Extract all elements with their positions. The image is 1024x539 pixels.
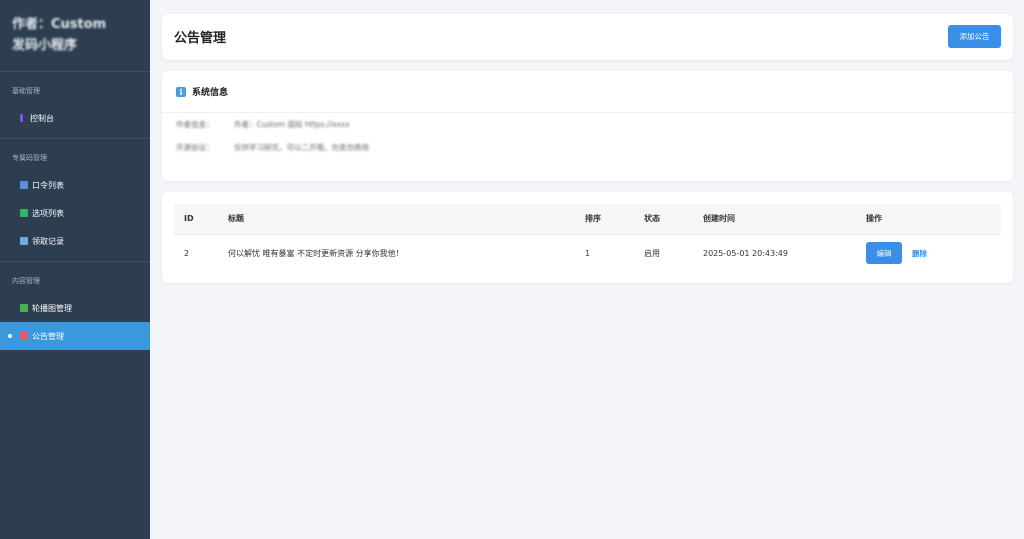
main-content: 公告管理 添加公告 i 系统信息 作者信息： 作者：Custom 国际 http… <box>150 0 1024 539</box>
add-announcement-button[interactable]: 添加公告 <box>948 25 1001 48</box>
column-header-title: 标题 <box>228 214 244 224</box>
page-header: 公告管理 添加公告 <box>162 14 1013 60</box>
info-value: 作者：Custom 国际 https://xxxx <box>234 120 350 129</box>
brand-subtitle: 发码小程序 <box>12 38 78 53</box>
cell-title: 何以解忧 唯有暴富 不定时更新资源 分享你我他！ <box>228 248 404 258</box>
sidebar: 作者：Custom 发码小程序 基础管理 控制台 专属码管理 口令列表 选项列表… <box>0 0 150 539</box>
table-header-row: ID 标题 排序 状态 创建时间 操作 <box>174 204 1001 234</box>
column-header-actions: 操作 <box>866 214 882 224</box>
sidebar-item-label: 轮播图管理 <box>32 303 72 313</box>
sidebar-item-option-list[interactable]: 选项列表 <box>0 199 150 227</box>
page-title: 公告管理 <box>174 31 227 46</box>
table-row: 2 何以解忧 唯有暴富 不定时更新资源 分享你我他！ 1 启用 2025-05-… <box>174 234 1001 272</box>
brand-title: 作者：Custom <box>12 17 107 32</box>
sidebar-item-label: 选项列表 <box>32 208 64 218</box>
megaphone-icon <box>20 332 28 340</box>
checkbox-icon <box>20 209 28 217</box>
system-info-header: i 系统信息 <box>162 71 1013 113</box>
announcement-table-panel: ID 标题 排序 状态 创建时间 操作 2 何以解忧 唯有暴富 不定时更新资源 … <box>162 192 1013 283</box>
nav-group-title: 专属码管理 <box>12 154 47 162</box>
delete-link[interactable]: 删除 <box>912 248 927 259</box>
nav-group-codes: 专属码管理 口令列表 选项列表 领取记录 <box>0 139 150 262</box>
system-info-panel: i 系统信息 作者信息： 作者：Custom 国际 https://xxxx 开… <box>162 71 1013 181</box>
cell-sort: 1 <box>585 248 591 258</box>
info-key: 开源协议： <box>176 143 214 152</box>
sidebar-item-label: 口令列表 <box>32 180 64 190</box>
info-row-license: 开源协议： 仅供学习研究，可以二开哦，勿卖勿商用 <box>162 136 1013 159</box>
dashboard-icon <box>20 114 23 122</box>
sidebar-item-announcements[interactable]: 公告管理 <box>0 322 150 350</box>
calendar-icon <box>20 237 28 245</box>
system-info-title: 系统信息 <box>192 88 229 98</box>
sidebar-item-claim-records[interactable]: 领取记录 <box>0 227 150 255</box>
sidebar-item-carousel[interactable]: 轮播图管理 <box>0 294 150 322</box>
nav-group-basic: 基础管理 控制台 <box>0 72 150 139</box>
sidebar-item-label: 控制台 <box>30 113 54 123</box>
sidebar-item-label: 公告管理 <box>32 331 64 341</box>
active-indicator-dot <box>8 334 12 338</box>
column-header-status: 状态 <box>644 214 660 224</box>
info-value: 仅供学习研究，可以二开哦，勿卖勿商用 <box>234 143 369 152</box>
column-header-sort: 排序 <box>585 214 601 224</box>
info-icon: i <box>176 86 186 97</box>
info-row-author: 作者信息： 作者：Custom 国际 https://xxxx <box>162 113 1013 136</box>
row-actions: 编辑 删除 <box>866 242 1001 265</box>
column-header-created-at: 创建时间 <box>703 214 735 224</box>
cell-actions: 编辑 删除 <box>856 234 1001 272</box>
info-key: 作者信息： <box>176 120 214 129</box>
cell-status: 启用 <box>644 248 660 258</box>
cell-created-at: 2025-05-01 20:43:49 <box>703 248 788 258</box>
nav-group-content: 内容管理 轮播图管理 公告管理 <box>0 262 150 356</box>
edit-button[interactable]: 编辑 <box>866 242 902 265</box>
announcement-table: ID 标题 排序 状态 创建时间 操作 2 何以解忧 唯有暴富 不定时更新资源 … <box>174 204 1001 272</box>
cell-id: 2 <box>184 248 190 258</box>
sidebar-item-code-list[interactable]: 口令列表 <box>0 171 150 199</box>
brand: 作者：Custom 发码小程序 <box>0 0 150 72</box>
list-icon <box>20 181 28 189</box>
nav-group-title: 内容管理 <box>12 277 40 285</box>
sidebar-item-label: 领取记录 <box>32 236 64 246</box>
nav-group-title: 基础管理 <box>12 87 40 95</box>
sidebar-item-dashboard[interactable]: 控制台 <box>0 104 150 132</box>
column-header-id: ID <box>184 214 194 224</box>
image-icon <box>20 304 28 312</box>
